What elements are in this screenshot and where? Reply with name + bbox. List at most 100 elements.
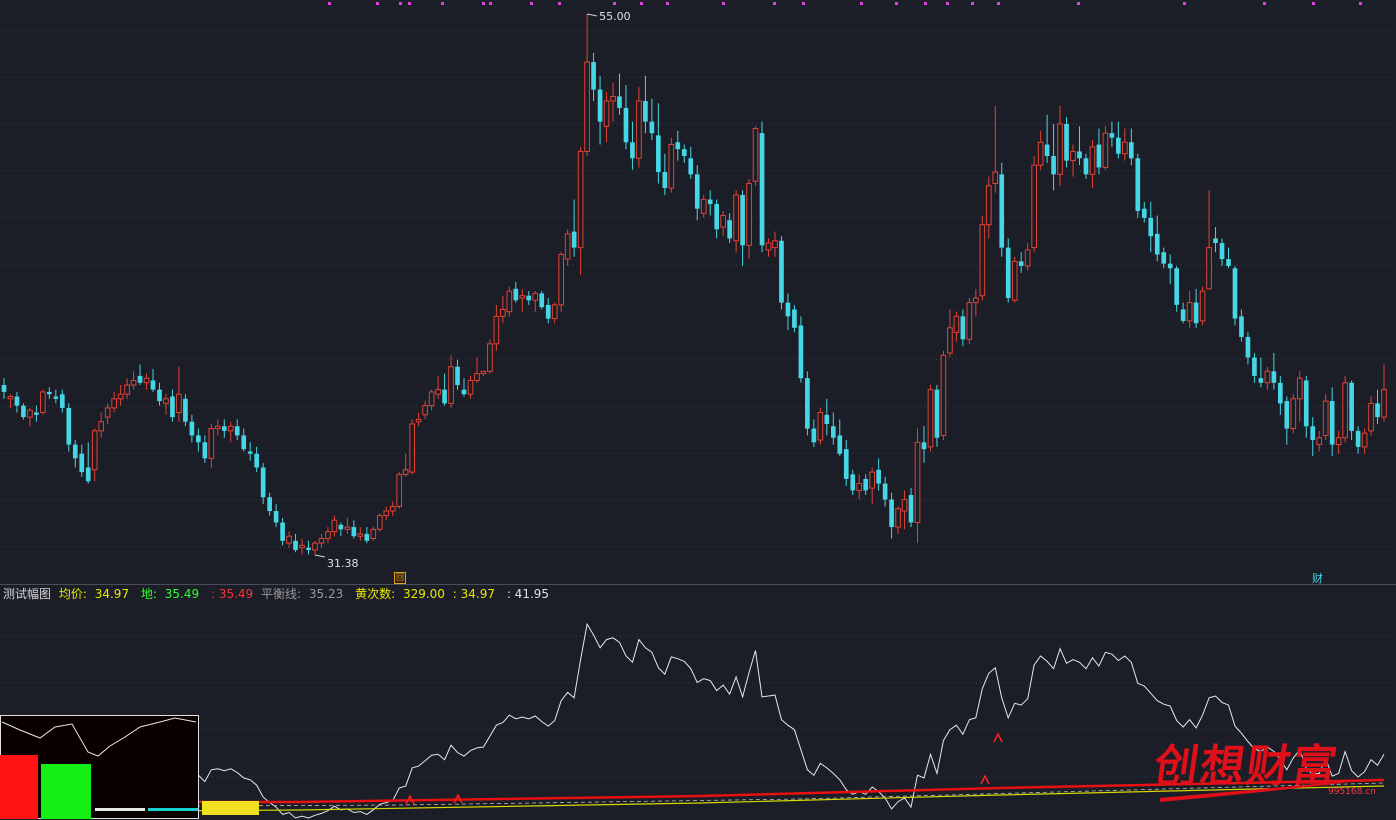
candle[interactable] [117, 385, 124, 406]
candle[interactable] [1005, 238, 1011, 303]
candle[interactable] [656, 103, 661, 184]
candle[interactable] [688, 146, 694, 179]
candle[interactable] [817, 407, 824, 445]
candle[interactable] [805, 371, 810, 436]
candle[interactable] [448, 355, 454, 408]
candle[interactable] [306, 540, 311, 555]
candle[interactable] [1167, 254, 1173, 285]
candle[interactable] [610, 82, 616, 122]
candle[interactable] [1154, 215, 1160, 262]
candle[interactable] [267, 492, 272, 516]
candle[interactable] [1031, 156, 1037, 253]
candle[interactable] [837, 419, 843, 457]
candle[interactable] [241, 428, 247, 452]
candle[interactable] [960, 309, 966, 347]
candle[interactable] [1044, 114, 1050, 163]
candle[interactable] [1361, 428, 1368, 454]
candle[interactable] [1252, 352, 1257, 383]
candle[interactable] [1109, 121, 1115, 147]
candle[interactable] [1199, 286, 1206, 326]
candle[interactable] [409, 419, 416, 475]
candle[interactable] [882, 476, 888, 507]
candle[interactable] [863, 474, 869, 495]
candle[interactable] [325, 527, 331, 544]
candle[interactable] [91, 428, 98, 482]
candle[interactable] [396, 472, 403, 509]
candle[interactable] [1037, 130, 1044, 170]
candle[interactable] [59, 389, 65, 413]
candle[interactable] [364, 527, 370, 544]
candle[interactable] [1310, 417, 1316, 457]
candle[interactable] [1161, 247, 1167, 269]
candle[interactable] [1128, 128, 1134, 166]
candle[interactable] [234, 419, 240, 441]
candle[interactable] [519, 288, 526, 312]
candle[interactable] [1213, 227, 1218, 253]
candle[interactable] [480, 370, 487, 376]
candle[interactable] [551, 302, 558, 324]
candle[interactable] [953, 311, 960, 342]
finance-event-label[interactable]: 财 [1312, 570, 1323, 586]
candle[interactable] [513, 281, 519, 303]
candle[interactable] [1219, 238, 1225, 266]
candle[interactable] [293, 533, 298, 553]
candle[interactable] [921, 426, 927, 463]
candle[interactable] [461, 378, 467, 397]
candle[interactable] [545, 298, 551, 324]
candle[interactable] [643, 75, 648, 134]
candle[interactable] [376, 513, 383, 532]
candle[interactable] [34, 405, 39, 422]
candle[interactable] [428, 389, 435, 411]
candle[interactable] [98, 412, 105, 438]
candle[interactable] [357, 527, 364, 541]
candle[interactable] [1258, 357, 1264, 388]
candle[interactable] [85, 442, 91, 484]
candle[interactable] [1375, 389, 1380, 424]
candle[interactable] [1278, 375, 1283, 415]
candle[interactable] [752, 126, 759, 186]
candle[interactable] [979, 215, 986, 301]
candle[interactable] [254, 446, 260, 473]
candle[interactable] [1011, 256, 1018, 303]
candle[interactable] [532, 291, 539, 312]
candle[interactable] [947, 309, 953, 358]
candle[interactable] [895, 506, 901, 534]
candle[interactable] [1303, 375, 1309, 438]
candle[interactable] [21, 403, 26, 420]
event-marker-icon[interactable]: 回 [394, 572, 406, 584]
candle[interactable] [824, 398, 830, 436]
candle[interactable] [442, 373, 447, 406]
candle[interactable] [558, 252, 565, 312]
candle[interactable] [351, 520, 357, 539]
candle[interactable] [681, 144, 687, 163]
candle[interactable] [966, 298, 973, 344]
candle[interactable] [260, 462, 266, 505]
candle[interactable] [111, 391, 117, 413]
candle[interactable] [1186, 291, 1193, 328]
candle[interactable] [1089, 139, 1096, 189]
candle[interactable] [1368, 396, 1374, 436]
candle[interactable] [66, 403, 72, 452]
candle[interactable] [1051, 123, 1056, 191]
candle[interactable] [506, 286, 513, 317]
candle[interactable] [577, 146, 584, 276]
candle[interactable] [772, 231, 778, 257]
candle[interactable] [493, 304, 500, 351]
candle[interactable] [124, 378, 130, 399]
candle[interactable] [1083, 153, 1089, 179]
candle[interactable] [370, 527, 377, 541]
candle[interactable] [571, 199, 577, 257]
candle[interactable] [889, 492, 894, 539]
candle[interactable] [467, 375, 474, 399]
candle[interactable] [79, 444, 85, 477]
candle[interactable] [1064, 117, 1069, 168]
candle[interactable] [526, 291, 532, 305]
candle[interactable] [183, 394, 188, 427]
candle[interactable] [402, 453, 409, 477]
candle[interactable] [850, 469, 856, 495]
candle[interactable] [312, 540, 318, 555]
candle[interactable] [591, 52, 596, 102]
candle[interactable] [14, 391, 20, 413]
candle[interactable] [273, 504, 279, 528]
candle[interactable] [1284, 396, 1290, 445]
